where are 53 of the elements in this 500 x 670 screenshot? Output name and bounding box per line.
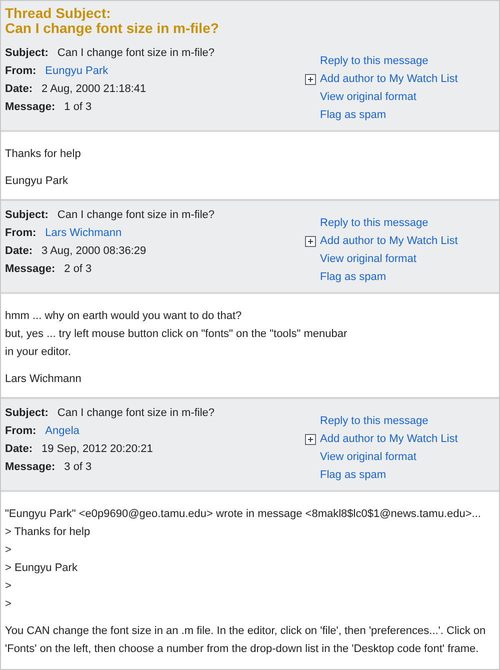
action-link[interactable]: Reply to this message — [320, 217, 428, 229]
field-value: Can I change font size in m-file? — [57, 209, 215, 221]
field-label: Date: — [5, 443, 33, 455]
body-text: "Eungyu Park" <e0p9690@geo.tamu.edu> wrote in message <8makl8$lc0$1@news.tamu.edu>... — [5, 507, 482, 522]
body-text: > Eungyu Park — [5, 561, 78, 576]
action-link[interactable]: Reply to this message — [320, 415, 428, 427]
field-value: 2 Aug, 2000 21:18:41 — [42, 83, 146, 95]
action-link[interactable]: Add author to My Watch List — [320, 235, 458, 247]
body-text: You CAN change the font size in an .m file. In the editor, click on 'file', then 'preferences...'. Click on 'Fonts' on the left, then choose a number from the drop-down list in the 'Desktop code font' frame. — [5, 624, 487, 657]
field-label: Message: — [5, 101, 56, 113]
action-link[interactable]: Flag as spam — [320, 271, 386, 283]
body-text: > — [5, 543, 12, 558]
field-value: Can I change font size in m-file? — [57, 407, 215, 419]
action-link[interactable]: Flag as spam — [320, 469, 386, 481]
body-text: > — [5, 579, 12, 594]
body-text: hmm ... why on earth would you want to do that? — [5, 309, 243, 324]
field-label: From: — [5, 65, 36, 77]
field-label: Date: — [5, 245, 33, 257]
field-value: 19 Sep, 2012 20:20:21 — [42, 443, 153, 455]
author-link[interactable]: Lars Wichmann — [45, 227, 122, 239]
plus-icon[interactable] — [305, 434, 316, 444]
author-link[interactable]: Angela — [45, 425, 80, 437]
body-text: Lars Wichmann — [5, 372, 82, 387]
body-text: > Thanks for help — [5, 525, 92, 540]
action-link[interactable]: Add author to My Watch List — [320, 73, 458, 85]
author-link[interactable]: Eungyu Park — [45, 65, 108, 77]
field-label: Subject: — [5, 47, 48, 59]
field-value: 3 Aug, 2000 08:36:29 — [42, 245, 146, 257]
thread-title: Thread Subject: Can I change font size in m-file? — [5, 6, 220, 36]
body-text: in your editor. — [5, 345, 72, 360]
action-link[interactable]: Flag as spam — [320, 109, 386, 121]
action-link[interactable]: Reply to this message — [320, 55, 428, 67]
plus-icon[interactable] — [305, 236, 316, 246]
action-link[interactable]: Add author to My Watch List — [320, 433, 458, 445]
plus-icon[interactable] — [305, 74, 316, 84]
field-label: From: — [5, 425, 36, 437]
field-label: Subject: — [5, 407, 48, 419]
field-label: Subject: — [5, 209, 48, 221]
field-label: From: — [5, 227, 36, 239]
field-value: 1 of 3 — [64, 101, 92, 113]
field-label: Message: — [5, 461, 56, 473]
body-text: > — [5, 597, 12, 612]
field-value: 3 of 3 — [64, 461, 92, 473]
field-label: Message: — [5, 263, 56, 275]
body-text: Thanks for help — [5, 147, 82, 162]
action-link[interactable]: View original format — [320, 451, 416, 463]
field-label: Date: — [5, 83, 33, 95]
action-link[interactable]: View original format — [320, 91, 416, 103]
field-value: Can I change font size in m-file? — [57, 47, 215, 59]
field-value: 2 of 3 — [64, 263, 92, 275]
body-text: Eungyu Park — [5, 174, 69, 189]
body-text: but, yes ... try left mouse button click on "fonts" on the "tools" menubar — [5, 327, 348, 342]
action-link[interactable]: View original format — [320, 253, 416, 265]
